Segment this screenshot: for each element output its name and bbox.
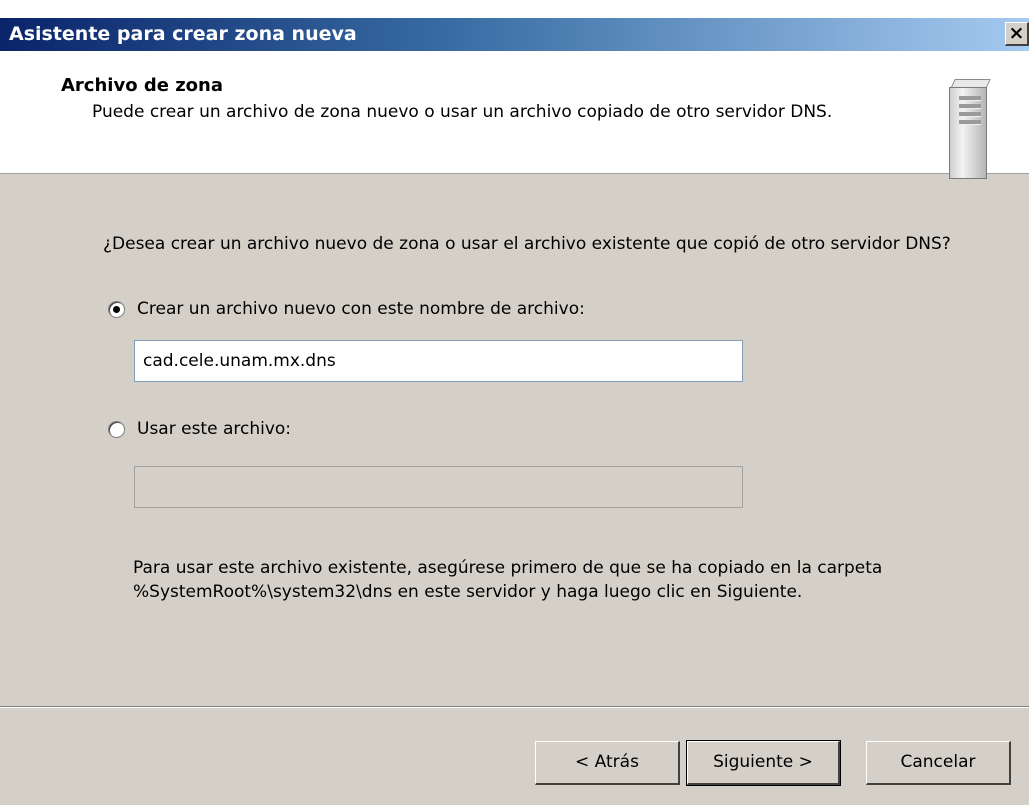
footer-divider [0, 706, 1029, 708]
radio-existing-file[interactable] [108, 420, 125, 438]
existing-file-note: Para usar este archivo existente, asegúr… [133, 558, 883, 602]
option-new-file[interactable]: Crear un archivo nuevo con este nombre d… [108, 299, 585, 319]
server-icon [944, 79, 994, 179]
radio-new-file[interactable] [108, 300, 125, 318]
page-title: Archivo de zona [61, 75, 223, 96]
title-bar[interactable]: Asistente para crear zona nueva × [0, 18, 1029, 51]
new-file-name-input[interactable]: cad.cele.unam.mx.dns [134, 340, 743, 382]
existing-file-input [134, 466, 743, 508]
page-description: Puede crear un archivo de zona nuevo o u… [92, 102, 833, 122]
option-existing-file[interactable]: Usar este archivo: [108, 419, 291, 439]
close-button[interactable]: × [1005, 22, 1029, 46]
option-new-file-label: Crear un archivo nuevo con este nombre d… [137, 299, 585, 319]
wizard-header: Archivo de zona Puede crear un archivo d… [0, 51, 1029, 179]
cancel-button[interactable]: Cancelar [866, 741, 1011, 785]
zone-wizard-dialog: Asistente para crear zona nueva × Archiv… [0, 18, 1029, 805]
back-button[interactable]: < Atrás [535, 741, 680, 785]
next-button[interactable]: Siguiente > [686, 740, 841, 786]
option-existing-file-label: Usar este archivo: [137, 419, 292, 439]
close-icon: × [1008, 22, 1025, 44]
question-text: ¿Desea crear un archivo nuevo de zona o … [103, 234, 951, 254]
radio-selected-dot [113, 305, 120, 313]
window-title: Asistente para crear zona nueva [9, 23, 357, 45]
